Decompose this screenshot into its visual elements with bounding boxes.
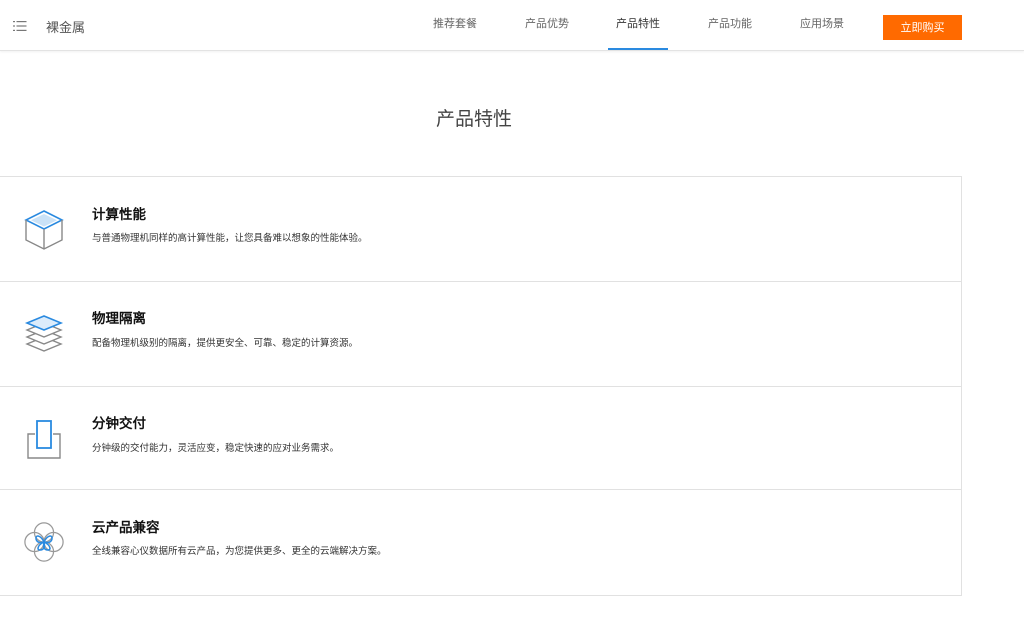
feature-description: 分钟级的交付能力，灵活应变，稳定快速的应对业务需求。 (92, 443, 340, 454)
feature-title: 云产品兼容 (92, 520, 160, 536)
list-icon[interactable] (13, 19, 27, 33)
nav-tab-advantages[interactable]: 产品优势 (524, 0, 570, 50)
feature-title: 计算性能 (92, 207, 146, 223)
section-title: 产品特性 (435, 108, 512, 130)
feature-description: 配备物理机级别的隔离，提供更安全、可靠、稳定的计算资源。 (92, 338, 359, 349)
feature-description: 与普通物理机同样的高计算性能，让您具备难以想象的性能体验。 (92, 233, 368, 244)
top-navbar: 裸金属 推荐套餐 产品优势 产品特性 产品功能 应用场景 立即购买 (0, 0, 1024, 51)
cube-icon (24, 210, 64, 250)
feature-item: 分钟交付 分钟级的交付能力，灵活应变，稳定快速的应对业务需求。 (0, 387, 961, 490)
feature-item: 计算性能 与普通物理机同样的高计算性能，让您具备难以想象的性能体验。 (0, 177, 961, 282)
nav-tab-functions[interactable]: 产品功能 (707, 0, 753, 50)
nav-tab-recommended[interactable]: 推荐套餐 (432, 0, 478, 50)
clover-icon (24, 522, 64, 562)
feature-item: 物理隔离 配备物理机级别的隔离，提供更安全、可靠、稳定的计算资源。 (0, 282, 961, 387)
feature-item: 云产品兼容 全线兼容心仪数据所有云产品，为您提供更多、更全的云端解决方案。 (0, 490, 961, 596)
nav-tab-scenarios[interactable]: 应用场景 (799, 0, 845, 50)
brand-title: 裸金属 (46, 21, 86, 36)
device-tray-icon (27, 420, 61, 459)
layers-icon (24, 315, 64, 352)
feature-list: 计算性能 与普通物理机同样的高计算性能，让您具备难以想象的性能体验。 物理隔离 … (0, 176, 962, 596)
nav-tab-features[interactable]: 产品特性 (608, 0, 668, 50)
feature-title: 物理隔离 (92, 311, 146, 327)
buy-now-button[interactable]: 立即购买 (883, 15, 962, 40)
feature-description: 全线兼容心仪数据所有云产品，为您提供更多、更全的云端解决方案。 (92, 546, 387, 557)
feature-title: 分钟交付 (92, 416, 146, 432)
